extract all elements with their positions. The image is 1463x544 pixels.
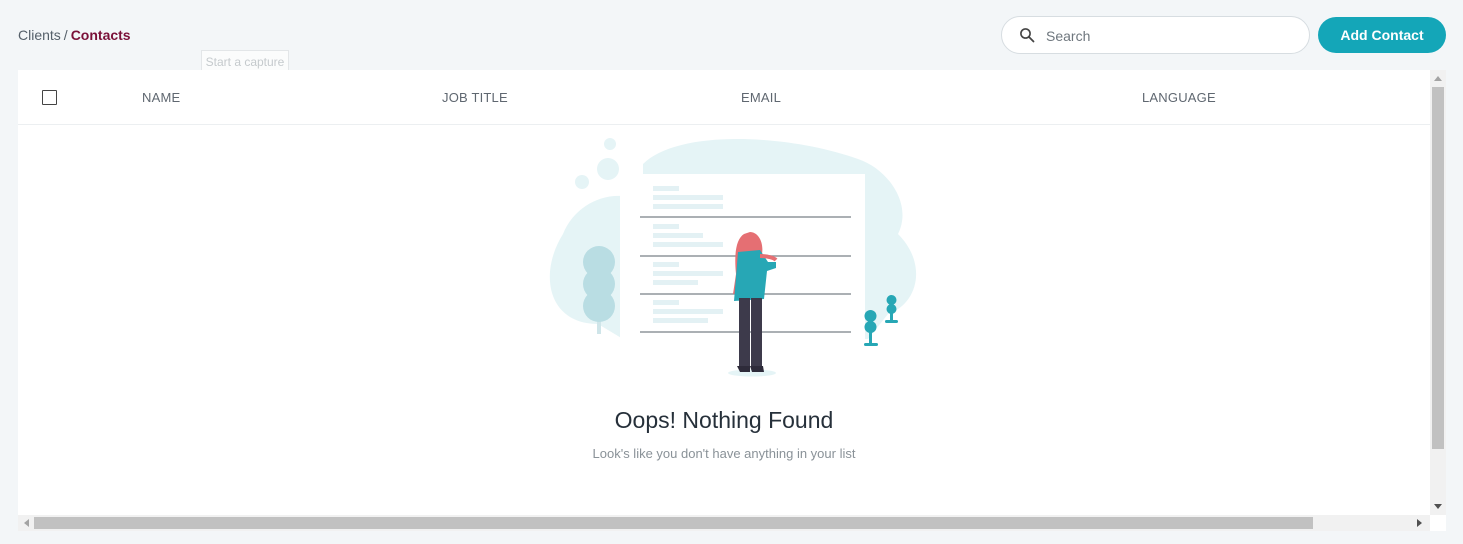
capture-tooltip: Start a capture bbox=[201, 50, 289, 72]
search-box[interactable] bbox=[1001, 16, 1310, 54]
breadcrumb-current: Contacts bbox=[70, 27, 131, 43]
scroll-right-arrow-icon[interactable] bbox=[1417, 519, 1422, 527]
scroll-down-arrow-icon[interactable] bbox=[1434, 504, 1442, 509]
vertical-scroll-thumb[interactable] bbox=[1432, 87, 1444, 449]
breadcrumb-parent-link[interactable]: Clients bbox=[18, 27, 61, 43]
scroll-up-arrow-icon[interactable] bbox=[1434, 76, 1442, 81]
column-header-job-title[interactable]: JOB TITLE bbox=[442, 90, 508, 105]
empty-state-illustration bbox=[549, 138, 917, 377]
horizontal-scrollbar[interactable] bbox=[18, 515, 1430, 531]
table-header-row: NAME JOB TITLE EMAIL LANGUAGE bbox=[18, 70, 1430, 125]
scroll-left-arrow-icon[interactable] bbox=[24, 519, 29, 527]
column-header-name[interactable]: NAME bbox=[142, 90, 180, 105]
horizontal-scroll-thumb[interactable] bbox=[34, 517, 1313, 529]
search-input[interactable] bbox=[1044, 25, 1298, 47]
add-contact-button[interactable]: Add Contact bbox=[1318, 17, 1446, 53]
empty-state-title: Oops! Nothing Found bbox=[614, 407, 834, 433]
empty-state-subtitle: Look's like you don't have anything in y… bbox=[592, 446, 856, 461]
column-header-language[interactable]: LANGUAGE bbox=[1142, 90, 1216, 105]
vertical-scrollbar[interactable] bbox=[1430, 70, 1446, 515]
breadcrumb: Clients / Contacts bbox=[18, 27, 131, 43]
column-header-email[interactable]: EMAIL bbox=[741, 90, 781, 105]
search-icon bbox=[1020, 28, 1035, 43]
contacts-table-panel: NAME JOB TITLE EMAIL LANGUAGE Oops! Noth… bbox=[18, 70, 1446, 531]
select-all-checkbox[interactable] bbox=[42, 90, 57, 105]
breadcrumb-separator: / bbox=[63, 27, 68, 43]
